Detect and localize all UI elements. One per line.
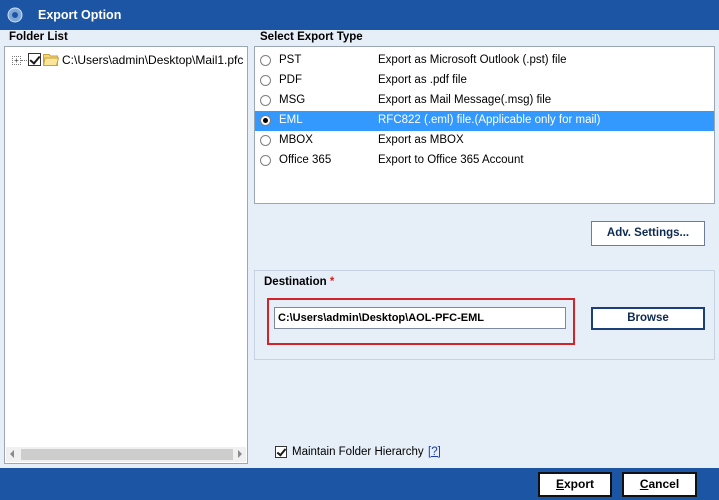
- browse-button[interactable]: Browse: [591, 307, 705, 330]
- horizontal-scrollbar[interactable]: [6, 447, 246, 462]
- scroll-left-icon[interactable]: [10, 450, 14, 458]
- option-office365[interactable]: Office 365 Export to Office 365 Account: [255, 151, 714, 171]
- maintain-hierarchy-label[interactable]: Maintain Folder Hierarchy: [292, 446, 424, 458]
- option-name: EML: [279, 114, 303, 126]
- destination-path-input[interactable]: [274, 307, 566, 329]
- maintain-hierarchy-checkbox[interactable]: [275, 446, 287, 458]
- adv-settings-button[interactable]: Adv. Settings...: [591, 221, 705, 246]
- option-description: RFC822 (.eml) file.(Applicable only for …: [378, 114, 601, 126]
- option-description: Export as .pdf file: [378, 74, 467, 86]
- folder-icon: [43, 54, 59, 66]
- radio-mbox[interactable]: [260, 135, 271, 146]
- option-name: PST: [279, 54, 302, 66]
- option-name: MBOX: [279, 134, 313, 146]
- tree-expand-icon[interactable]: +: [12, 56, 21, 65]
- folder-list-header: Folder List: [9, 31, 68, 43]
- option-msg[interactable]: MSG Export as Mail Message(.msg) file: [255, 91, 714, 111]
- option-description: Export to Office 365 Account: [378, 154, 524, 166]
- radio-msg[interactable]: [260, 95, 271, 106]
- destination-label: Destination *: [264, 276, 334, 288]
- radio-pst[interactable]: [260, 55, 271, 66]
- tree-connector: [21, 60, 27, 61]
- radio-eml[interactable]: [260, 115, 271, 126]
- scroll-right-icon[interactable]: [238, 450, 242, 458]
- radio-office365[interactable]: [260, 155, 271, 166]
- option-mbox[interactable]: MBOX Export as MBOX: [255, 131, 714, 151]
- option-pst[interactable]: PST Export as Microsoft Outlook (.pst) f…: [255, 51, 714, 71]
- tree-item-label[interactable]: C:\Users\admin\Desktop\Mail1.pfc: [62, 53, 243, 67]
- window-title: Export Option: [38, 8, 122, 22]
- option-name: Office 365: [279, 154, 332, 166]
- cancel-button[interactable]: Cancel: [622, 472, 697, 497]
- option-eml[interactable]: EML RFC822 (.eml) file.(Applicable only …: [255, 111, 714, 131]
- option-description: Export as MBOX: [378, 134, 464, 146]
- option-pdf[interactable]: PDF Export as .pdf file: [255, 71, 714, 91]
- option-name: PDF: [279, 74, 302, 86]
- title-bar: Export Option: [0, 0, 719, 30]
- gear-icon: [7, 7, 23, 23]
- radio-pdf[interactable]: [260, 75, 271, 86]
- option-description: Export as Microsoft Outlook (.pst) file: [378, 54, 567, 66]
- destination-label-text: Destination: [264, 276, 327, 288]
- export-type-list: PST Export as Microsoft Outlook (.pst) f…: [254, 46, 715, 204]
- hierarchy-help-link[interactable]: [?]: [428, 446, 441, 458]
- export-button[interactable]: Export: [538, 472, 612, 497]
- folder-tree[interactable]: + C:\Users\admin\Desktop\Mail1.pfc: [4, 46, 248, 464]
- folder-checkbox[interactable]: [28, 53, 41, 66]
- option-name: MSG: [279, 94, 306, 106]
- option-description: Export as Mail Message(.msg) file: [378, 94, 552, 106]
- scroll-thumb[interactable]: [21, 449, 233, 460]
- export-type-header: Select Export Type: [260, 31, 363, 43]
- required-marker: *: [329, 276, 335, 288]
